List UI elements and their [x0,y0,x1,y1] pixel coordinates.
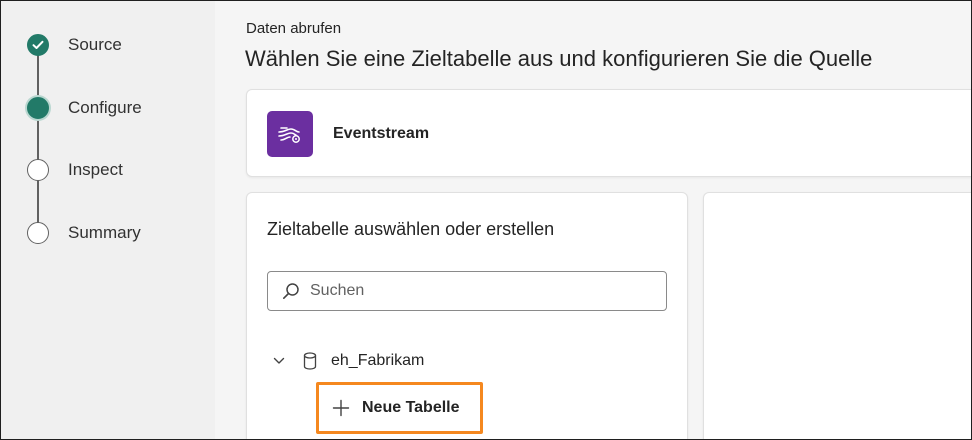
step-pending-icon [27,159,49,181]
step-pending-icon [27,222,49,244]
database-icon [303,352,317,370]
step-label: Source [68,35,122,54]
search-box[interactable] [267,271,667,311]
panel-title: Zieltabelle auswählen oder erstellen [267,219,555,239]
step-label: Summary [68,223,141,242]
step-done-icon [27,34,49,56]
step-summary[interactable]: Summary [27,222,207,244]
step-label: Inspect [68,160,123,179]
dialog-eyebrow: Daten abrufen [246,20,342,37]
stepper-line [37,45,39,233]
plus-icon [332,399,350,417]
source-card: Eventstream [246,89,971,177]
get-data-dialog: Source Configure Inspect Summary Daten a… [0,0,972,440]
search-icon [282,281,302,301]
table-details-panel [703,192,971,439]
tree-item-database[interactable]: eh_Fabrikam [273,350,424,372]
step-source[interactable]: Source [27,34,207,56]
stepper-sidebar: Source Configure Inspect Summary [1,1,219,439]
search-input[interactable] [310,282,650,300]
database-name: eh_Fabrikam [331,352,425,369]
step-configure[interactable]: Configure [27,97,207,119]
chevron-down-icon[interactable] [273,357,285,365]
main-content: Daten abrufen Wählen Sie eine Zieltabell… [215,1,971,439]
page-title: Wählen Sie eine Zieltabelle aus und konf… [245,46,873,71]
eventstream-icon [267,111,313,157]
step-label: Configure [68,98,142,117]
step-inspect[interactable]: Inspect [27,159,207,181]
destination-table-panel: Zieltabelle auswählen oder erstellen eh_… [246,192,688,439]
new-table-button[interactable]: Neue Tabelle [316,382,483,434]
source-name: Eventstream [333,125,430,142]
new-table-label: Neue Tabelle [362,399,460,416]
step-current-icon [27,97,49,119]
